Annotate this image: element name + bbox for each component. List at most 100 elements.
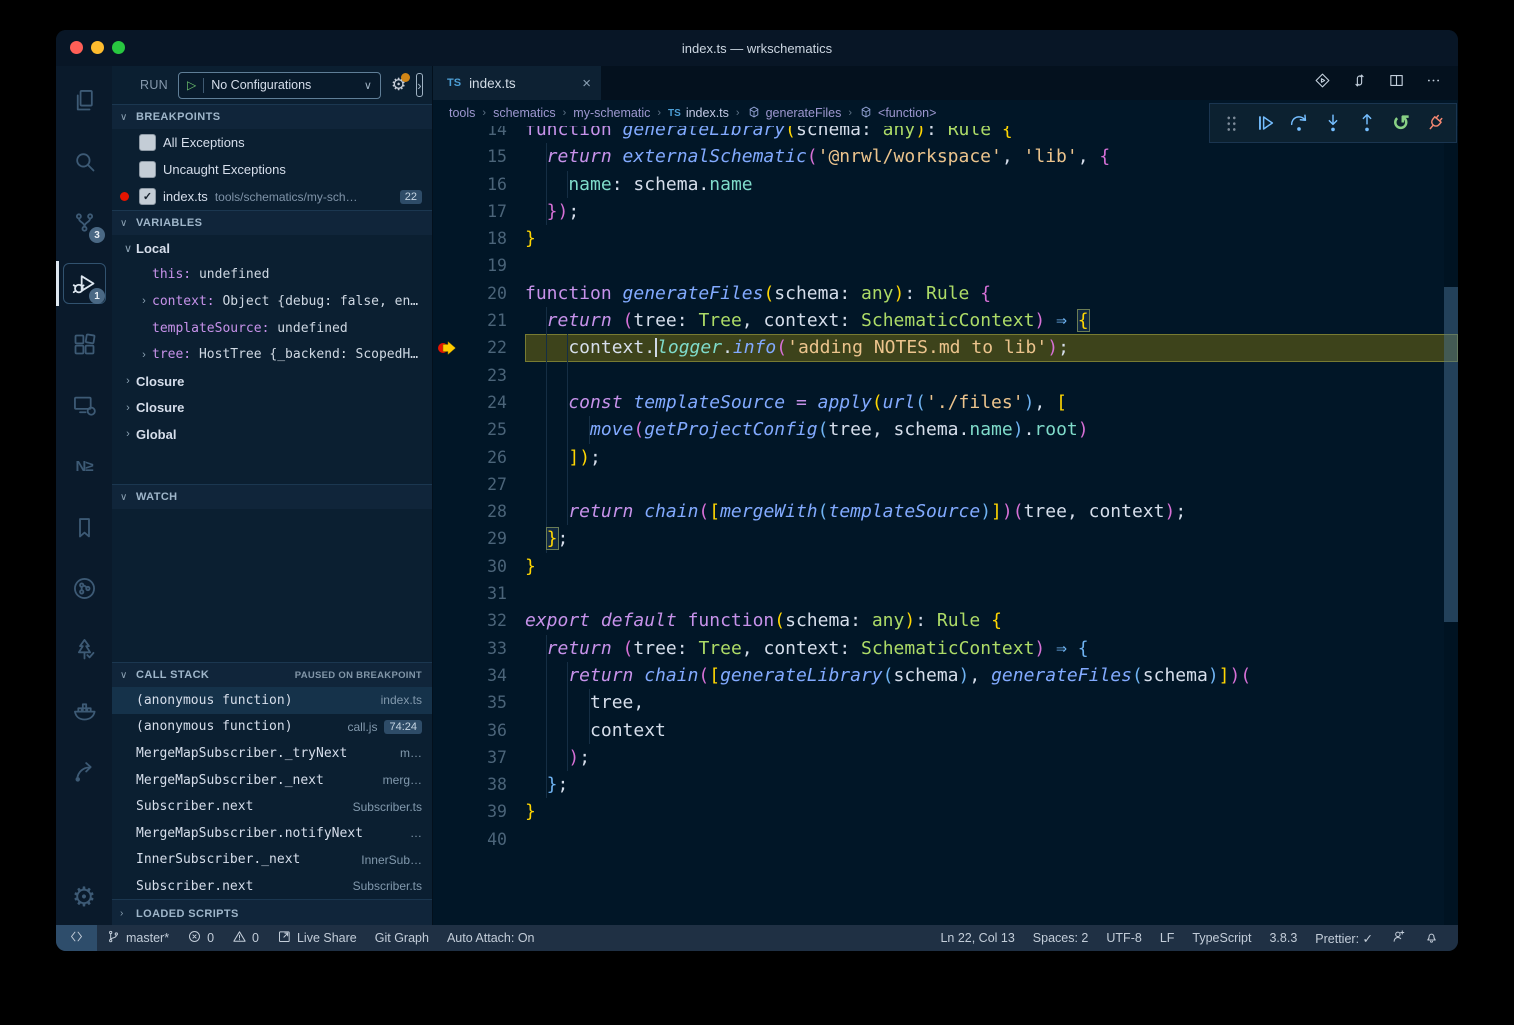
activity-item-docker[interactable] [56,680,112,741]
status-git-graph[interactable]: Git Graph [366,925,438,951]
breakpoint-row[interactable]: ✓index.tstools/schematics/my-sch…22 [112,183,432,210]
code-line-39[interactable]: 39} [433,798,1458,825]
gutter[interactable]: 31 [433,580,525,607]
variable-row[interactable]: ›context: Object {debug: false, en… [112,288,432,315]
activity-item-source-control[interactable]: 3 [56,192,112,253]
breadcrumb-item--function-[interactable]: <function> [859,105,936,122]
disconnect-button[interactable] [1418,105,1452,141]
activity-item-extensions[interactable] [56,314,112,375]
breakpoint-row[interactable]: All Exceptions [112,129,432,156]
code-line-16[interactable]: 16name: schema.name [433,171,1458,198]
paused-breakpoint-icon[interactable] [433,334,463,361]
gutter[interactable]: 23 [433,362,525,389]
scrollbar-slider[interactable] [1444,287,1458,622]
breadcrumb-item-schematics[interactable]: schematics [493,106,556,120]
gutter[interactable]: 14 [433,126,525,143]
gutter[interactable]: 26 [433,444,525,471]
variables-header[interactable]: ∨ VARIABLES [112,210,432,235]
gutter[interactable]: 40 [433,826,525,853]
gutter[interactable]: 24 [433,389,525,416]
activity-item-search[interactable] [56,131,112,192]
status-remote-indicator[interactable] [56,925,97,951]
gutter[interactable]: 30 [433,553,525,580]
gutter[interactable]: 29 [433,525,525,552]
line-content[interactable]: context.logger.info('adding NOTES.md to … [525,334,1458,361]
call-stack-header[interactable]: ∨ CALL STACK PAUSED ON BREAKPOINT [112,662,432,687]
code-line-38[interactable]: 38}; [433,771,1458,798]
gutter[interactable]: 39 [433,798,525,825]
code-line-15[interactable]: 15return externalSchematic('@nrwl/worksp… [433,143,1458,170]
activity-item-live-share[interactable] [56,741,112,802]
status-git-branch[interactable]: master* [97,925,178,951]
status-prettier[interactable]: Prettier: ✓ [1306,925,1382,951]
start-debug-icon[interactable]: ▷ [187,78,196,92]
activity-item-git-graph[interactable] [56,558,112,619]
gutter[interactable]: 25 [433,416,525,443]
gutter[interactable]: 27 [433,471,525,498]
status-live-share[interactable]: Live Share [268,925,366,951]
stack-frame-row[interactable]: (anonymous function)index.ts [112,687,432,714]
stack-frame-row[interactable]: Subscriber.nextSubscriber.ts [112,873,432,900]
breadcrumb-item-index-ts[interactable]: TSindex.ts [668,106,729,120]
gutter[interactable]: 22 [433,334,525,361]
line-content[interactable] [525,826,1458,853]
step-over-button[interactable] [1282,105,1316,141]
line-content[interactable]: export default function(schema: any): Ru… [525,607,1458,634]
close-tab-icon[interactable]: × [582,75,591,92]
gutter[interactable]: 35 [433,689,525,716]
gutter[interactable]: 32 [433,607,525,634]
variable-row[interactable]: ›tree: HostTree {_backend: ScopedH… [112,341,432,368]
gutter[interactable]: 21 [433,307,525,334]
gutter[interactable]: 20 [433,280,525,307]
line-content[interactable]: context [525,717,1458,744]
status-errors[interactable]: 0 [178,925,223,951]
line-content[interactable]: ]); [525,444,1458,471]
code-line-37[interactable]: 37); [433,744,1458,771]
close-window-button[interactable] [70,41,83,54]
code-line-26[interactable]: 26]); [433,444,1458,471]
launch-config-dropdown[interactable]: ▷ No Configurations ∨ [178,72,381,99]
gutter[interactable]: 36 [433,717,525,744]
status-indentation[interactable]: Spaces: 2 [1024,925,1098,951]
stack-frame-row[interactable]: Subscriber.nextSubscriber.ts [112,793,432,820]
code-line-22[interactable]: 22context.logger.info('adding NOTES.md t… [433,334,1458,361]
variable-row[interactable]: ›Closure [112,395,432,422]
status-auto-attach[interactable]: Auto Attach: On [438,925,544,951]
line-content[interactable]: move(getProjectConfig(tree, schema.name)… [525,416,1458,443]
tab-index-ts[interactable]: TS index.ts × [433,66,601,100]
code-area[interactable]: 14function generateLibrary(schema: any):… [433,126,1458,925]
activity-item-nx-console[interactable]: N≥ [56,436,112,497]
code-line-23[interactable]: 23 [433,362,1458,389]
code-line-35[interactable]: 35tree, [433,689,1458,716]
code-line-30[interactable]: 30} [433,553,1458,580]
gutter[interactable]: 38 [433,771,525,798]
line-content[interactable]: } [525,225,1458,252]
debug-console-icon[interactable]: › [416,73,422,97]
activity-item-bookmarks[interactable] [56,497,112,558]
line-content[interactable]: return chain([mergeWith(templateSource)]… [525,498,1458,525]
line-content[interactable]: } [525,798,1458,825]
watch-header[interactable]: ∨ WATCH [112,484,432,509]
code-line-18[interactable]: 18} [433,225,1458,252]
activity-item-testing[interactable] [56,619,112,680]
activity-item-run-and-debug[interactable]: 1 [56,253,112,314]
stack-frame-row[interactable]: MergeMapSubscriber._nextmerg… [112,767,432,794]
activity-item-remote-explorer[interactable] [56,375,112,436]
line-content[interactable]: tree, [525,689,1458,716]
line-content[interactable]: }); [525,198,1458,225]
variable-row[interactable]: ∨Local [112,235,432,262]
stack-frame-row[interactable]: InnerSubscriber._nextInnerSub… [112,847,432,874]
code-line-20[interactable]: 20function generateFiles(schema: any): R… [433,280,1458,307]
loaded-scripts-header[interactable]: › LOADED SCRIPTS [112,899,432,927]
line-content[interactable]: }; [525,771,1458,798]
gutter[interactable]: 16 [433,171,525,198]
code-line-29[interactable]: 29}; [433,525,1458,552]
code-line-25[interactable]: 25move(getProjectConfig(tree, schema.nam… [433,416,1458,443]
gutter[interactable]: 37 [433,744,525,771]
line-content[interactable] [525,252,1458,279]
status-notifications[interactable] [1415,925,1448,951]
restart-button[interactable]: ↺ [1384,105,1418,141]
step-out-button[interactable] [1350,105,1384,141]
breadcrumb-item-generatefiles[interactable]: generateFiles [747,105,842,122]
variable-row[interactable]: templateSource: undefined [112,315,432,342]
